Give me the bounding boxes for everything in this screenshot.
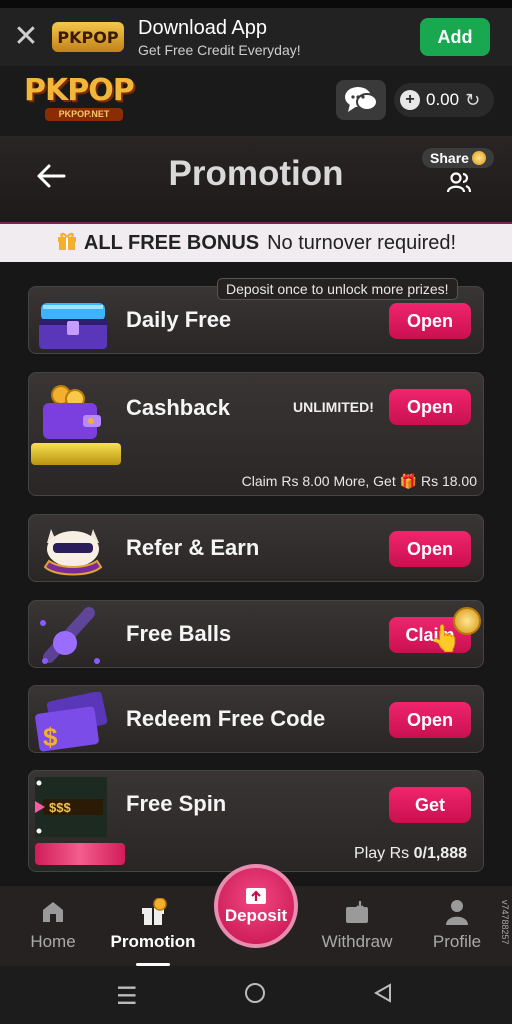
cashback-card: Cashback UNLIMITED! Open Claim Rs 8.00 M…	[28, 372, 484, 496]
redeem-code-label: Redeem Free Code	[126, 706, 326, 731]
small-gift-icon: 🎁	[399, 473, 418, 489]
redeem-code-open-button[interactable]: Open	[389, 702, 471, 738]
gift-icon	[108, 898, 198, 926]
hand-pointer-icon: 👆	[429, 623, 462, 653]
nav-promotion[interactable]: Promotion	[108, 898, 198, 952]
coin-icon	[471, 151, 486, 165]
nav-promotion-label: Promotion	[110, 932, 196, 951]
cashback-claim-info: Claim Rs 8.00 More, Get 🎁 Rs 18.00	[242, 473, 477, 490]
refer-earn-open-button[interactable]: Open	[389, 531, 471, 567]
free-spin-card: $$$ Free Spin Get Play Rs 0/1,888	[28, 770, 484, 872]
nav-profile-label: Profile	[432, 932, 482, 951]
balance-pill: + 0.00 ↻	[394, 83, 494, 117]
cashback-label: Cashback	[126, 395, 230, 420]
redeem-code-card: $ Redeem Free Code Open	[28, 685, 484, 753]
home-icon	[8, 898, 98, 926]
free-balls-card: Free Balls Claim 👆	[28, 600, 484, 668]
play-value: 0/1,888	[413, 845, 467, 862]
daily-free-open-button[interactable]: Open	[389, 303, 471, 339]
cat-mascot-icon	[43, 529, 103, 576]
withdraw-icon	[312, 898, 402, 926]
download-title: Download App	[138, 16, 267, 39]
title-bar: Promotion Share	[0, 136, 512, 224]
spin-progress-bar	[35, 843, 125, 865]
free-spin-get-button[interactable]: Get	[389, 787, 471, 823]
promotion-list: Deposit once to unlock more prizes! Dail…	[0, 262, 512, 886]
gift-icon	[56, 229, 78, 257]
brand-name: PKPOP	[24, 73, 135, 108]
chat-button[interactable]	[336, 80, 386, 120]
app-logo: PKPOP	[52, 22, 124, 52]
ticket-dollar: $	[43, 722, 58, 752]
refer-earn-card: Refer & Earn Open	[28, 514, 484, 582]
slot-machine-icon: $$$	[35, 777, 107, 837]
wallet-coins-icon	[43, 385, 101, 439]
nav-withdraw[interactable]: Withdraw	[312, 898, 402, 952]
chat-bubbles-icon	[345, 87, 378, 112]
free-balls-label: Free Balls	[126, 621, 232, 646]
share-label: Share	[430, 150, 469, 166]
profile-icon	[412, 898, 502, 926]
claim-amount: Rs 18.00	[420, 473, 477, 489]
nav-home[interactable]: Home	[8, 898, 98, 952]
download-subtitle: Get Free Credit Everyday!	[138, 41, 301, 58]
free-spin-label: Free Spin	[126, 791, 227, 816]
back-triangle-icon[interactable]	[372, 982, 394, 1011]
app-header: PKPOP PKPOP.NET + 0.00 ↻	[0, 66, 512, 136]
add-button[interactable]: Add	[420, 18, 490, 56]
balance-value: 0.00	[426, 90, 460, 109]
home-circle-icon[interactable]	[244, 982, 266, 1011]
cashback-open-button[interactable]: Open	[389, 389, 471, 425]
nav-withdraw-label: Withdraw	[321, 932, 393, 951]
bonus-title: ALL FREE BONUS	[83, 231, 260, 254]
close-icon[interactable]: ✕	[0, 8, 52, 66]
claim-text: Claim Rs 8.00 More, Get	[241, 473, 396, 489]
slot-dollars: $$$	[49, 800, 71, 815]
download-text: Download App Get Free Credit Everyday!	[138, 17, 420, 58]
download-app-banner: ✕ PKPOP Download App Get Free Credit Eve…	[0, 8, 512, 66]
play-prefix: Play Rs	[354, 845, 410, 862]
version-text: v74788257	[500, 900, 510, 945]
nav-home-label: Home	[30, 932, 76, 951]
deposit-tip: Deposit once to unlock more prizes!	[217, 278, 458, 300]
refresh-icon[interactable]: ↻	[465, 90, 480, 111]
deposit-icon	[246, 888, 266, 904]
free-bonus-banner: ALL FREE BONUS No turnover required!	[0, 224, 512, 262]
purple-ball-icon	[40, 607, 100, 664]
share-badge[interactable]: Share	[422, 148, 494, 168]
brand-logo[interactable]: PKPOP PKPOP.NET	[24, 76, 144, 124]
ticket-icon: $	[35, 692, 108, 752]
treasure-chest-icon	[39, 303, 107, 349]
status-strip	[0, 0, 512, 8]
cashback-progress-bar	[31, 443, 121, 465]
deposit-label: Deposit	[224, 906, 288, 925]
unlimited-badge: UNLIMITED!	[293, 399, 374, 415]
daily-free-label: Daily Free	[126, 307, 232, 332]
bonus-subtitle: No turnover required!	[267, 231, 457, 254]
bottom-navigation: Home Promotion Deposit Withdraw Profile	[0, 864, 512, 966]
refer-earn-label: Refer & Earn	[126, 535, 260, 560]
deposit-button[interactable]: Deposit	[214, 864, 298, 948]
play-progress: Play Rs 0/1,888	[354, 845, 467, 863]
recent-apps-icon[interactable]: ☰	[116, 982, 138, 1011]
brand-domain: PKPOP.NET	[45, 108, 123, 121]
people-icon[interactable]	[446, 172, 472, 199]
add-funds-icon[interactable]: +	[400, 90, 420, 110]
daily-free-card: Deposit once to unlock more prizes! Dail…	[28, 278, 484, 354]
nav-profile[interactable]: Profile	[412, 898, 502, 952]
system-navigation-bar: ☰	[0, 966, 512, 1024]
